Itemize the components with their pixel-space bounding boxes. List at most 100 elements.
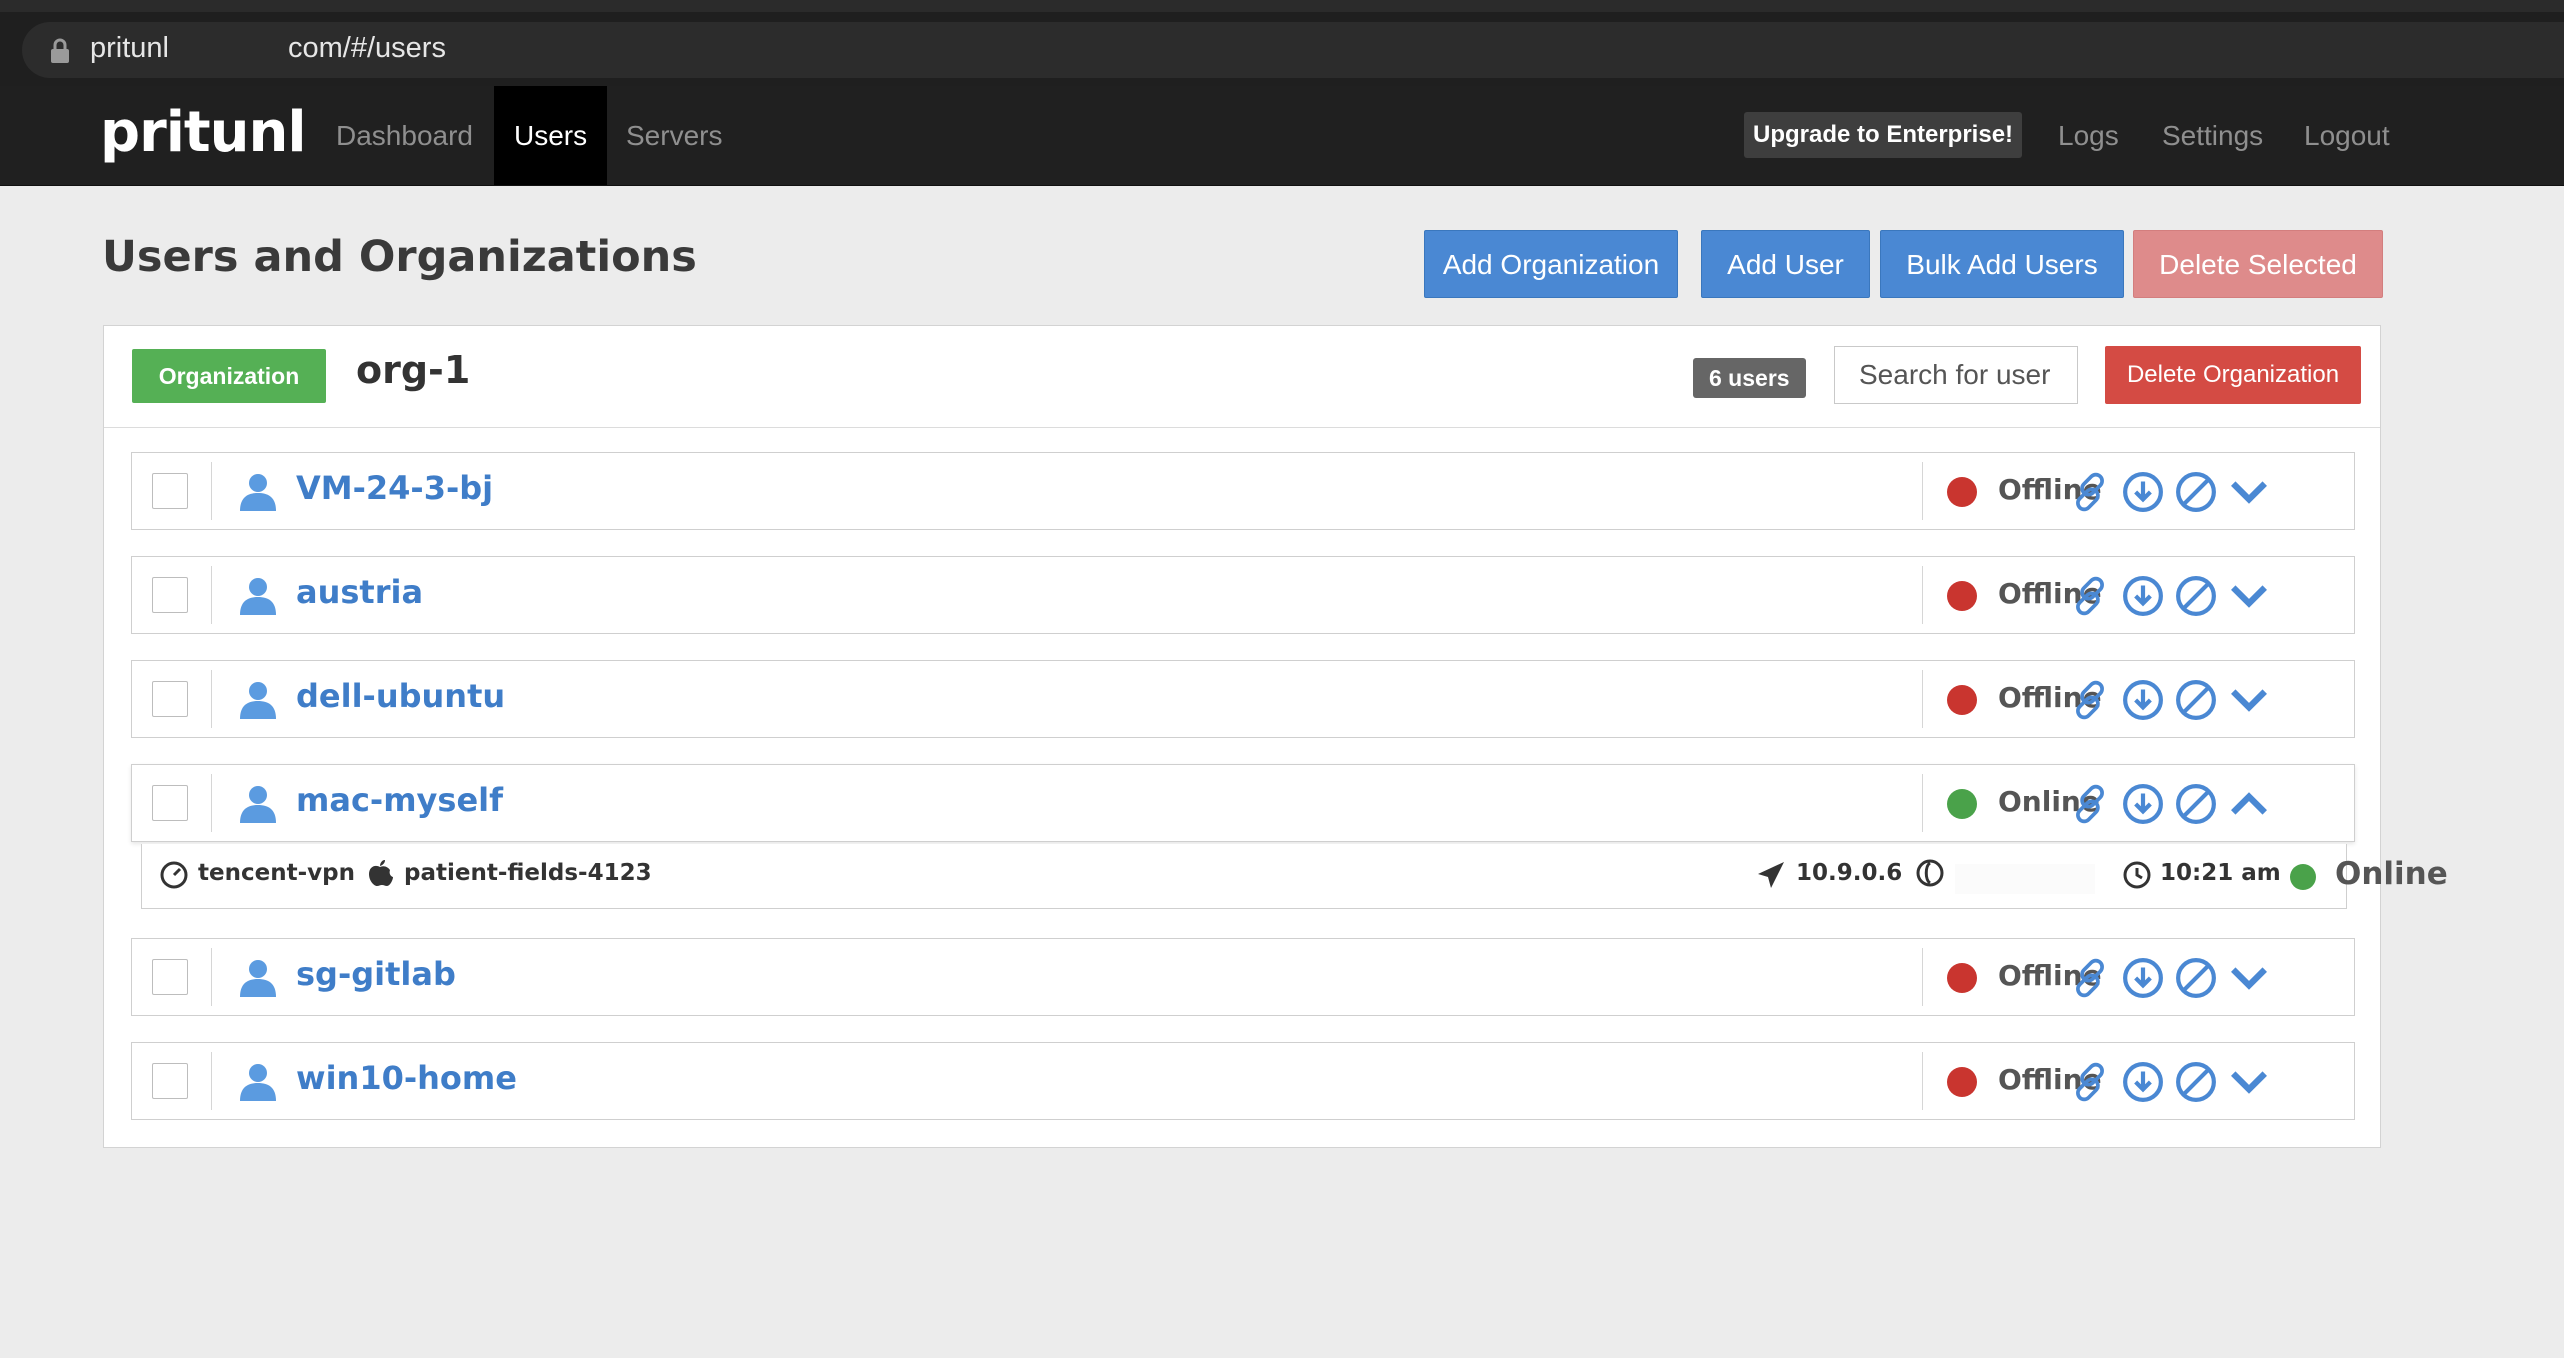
status-indicator	[1947, 685, 1977, 715]
nav-logout[interactable]: Logout	[2284, 86, 2410, 185]
delete-selected-button[interactable]: Delete Selected	[2133, 230, 2383, 298]
disable-icon[interactable]	[2175, 783, 2217, 825]
disable-icon[interactable]	[2175, 679, 2217, 721]
brand-logo[interactable]: pritunl	[100, 100, 307, 165]
divider	[1922, 462, 1923, 520]
user-icon	[240, 1064, 276, 1101]
bulk-add-users-button[interactable]: Bulk Add Users	[1880, 230, 2124, 298]
organization-name[interactable]: org-1	[356, 348, 470, 392]
organization-panel: Organization org-1 6 users Delete Organi…	[103, 325, 2448, 1148]
user-checkbox[interactable]	[152, 577, 188, 613]
user-checkbox[interactable]	[152, 473, 188, 509]
chevron-up-icon[interactable]	[2228, 783, 2270, 825]
user-row[interactable]: win10-home Offline	[131, 1042, 2355, 1120]
paper-plane-icon	[1758, 862, 1784, 888]
organization-label: Organization	[132, 349, 326, 403]
user-icon	[240, 474, 276, 511]
divider	[1922, 566, 1923, 624]
link-icon[interactable]	[2069, 957, 2111, 999]
status-indicator	[1947, 1067, 1977, 1097]
user-checkbox[interactable]	[152, 785, 188, 821]
connected-time: 10:21 am	[2160, 860, 2281, 886]
url-redaction	[192, 30, 292, 70]
user-icon	[240, 682, 276, 719]
disable-icon[interactable]	[2175, 957, 2217, 999]
chevron-down-icon[interactable]	[2228, 1061, 2270, 1103]
user-row[interactable]: sg-gitlab Offline	[131, 938, 2355, 1016]
user-row[interactable]: dell-ubuntu Offline	[131, 660, 2355, 738]
user-checkbox[interactable]	[152, 1063, 188, 1099]
chevron-down-icon[interactable]	[2228, 679, 2270, 721]
disable-icon[interactable]	[2175, 1061, 2217, 1103]
upgrade-enterprise-button[interactable]: Upgrade to Enterprise!	[1744, 112, 2023, 158]
user-row[interactable]: VM-24-3-bj Offline	[131, 452, 2355, 530]
nav-dashboard[interactable]: Dashboard	[316, 86, 493, 185]
chevron-down-icon[interactable]	[2228, 957, 2270, 999]
user-name[interactable]: dell-ubuntu	[296, 677, 505, 715]
download-icon[interactable]	[2122, 575, 2164, 617]
download-icon[interactable]	[2122, 1061, 2164, 1103]
browser-tab-strip	[0, 0, 2564, 12]
link-icon[interactable]	[2069, 679, 2111, 721]
speedometer-icon	[160, 861, 188, 889]
disable-icon[interactable]	[2175, 575, 2217, 617]
server-name: tencent-vpn	[198, 860, 355, 886]
disable-icon[interactable]	[2175, 471, 2217, 513]
status-indicator	[1947, 789, 1977, 819]
divider	[1922, 670, 1923, 728]
user-row[interactable]: mac-myself Online	[131, 764, 2355, 842]
link-icon[interactable]	[2069, 783, 2111, 825]
lock-icon	[51, 38, 69, 63]
address-bar[interactable]: pritunl com/#/users	[22, 22, 2564, 78]
nav-users[interactable]: Users	[494, 86, 608, 185]
url-path: com/#/users	[288, 32, 446, 64]
user-name[interactable]: mac-myself	[296, 781, 503, 819]
add-user-button[interactable]: Add User	[1701, 230, 1870, 298]
clock-icon	[2123, 861, 2151, 889]
user-icon	[240, 960, 276, 997]
search-user-input[interactable]	[1834, 346, 2078, 404]
globe-icon	[1916, 859, 1944, 887]
download-icon[interactable]	[2122, 471, 2164, 513]
add-organization-button[interactable]: Add Organization	[1424, 230, 1678, 298]
user-name[interactable]: sg-gitlab	[296, 955, 456, 993]
link-icon[interactable]	[2069, 1061, 2111, 1103]
link-icon[interactable]	[2069, 471, 2111, 513]
divider	[1922, 948, 1923, 1006]
divider	[211, 774, 212, 832]
chevron-down-icon[interactable]	[2228, 471, 2270, 513]
user-name[interactable]: win10-home	[296, 1059, 517, 1097]
vpn-ip-address: 10.9.0.6	[1796, 860, 1903, 886]
organization-header: Organization org-1 6 users Delete Organi…	[104, 326, 2380, 428]
nav-servers[interactable]: Servers	[606, 86, 742, 185]
download-icon[interactable]	[2122, 957, 2164, 999]
nav-settings[interactable]: Settings	[2142, 86, 2283, 185]
download-icon[interactable]	[2122, 783, 2164, 825]
connection-status: Online	[2335, 856, 2448, 892]
link-icon[interactable]	[2069, 575, 2111, 617]
connection-detail-row: tencent-vpn patient-fields-4123 10.9.0.6…	[141, 844, 2448, 909]
delete-organization-button[interactable]: Delete Organization	[2105, 346, 2361, 404]
divider	[211, 670, 212, 728]
top-navbar: pritunl Dashboard Users Servers Upgrade …	[0, 86, 2564, 186]
user-row[interactable]: austria Offline	[131, 556, 2355, 634]
user-checkbox[interactable]	[152, 959, 188, 995]
status-indicator	[1947, 963, 1977, 993]
url-host: pritunl	[90, 32, 169, 64]
nav-logs[interactable]: Logs	[2038, 86, 2139, 185]
user-checkbox[interactable]	[152, 681, 188, 717]
user-name[interactable]: austria	[296, 573, 423, 611]
divider	[211, 1052, 212, 1110]
user-name[interactable]: VM-24-3-bj	[296, 469, 493, 507]
status-indicator	[1947, 477, 1977, 507]
divider	[1922, 774, 1923, 832]
download-icon[interactable]	[2122, 679, 2164, 721]
apple-icon	[369, 860, 393, 886]
users-count-badge: 6 users	[1693, 358, 1806, 398]
divider	[211, 948, 212, 1006]
device-name: patient-fields-4123	[404, 860, 652, 886]
user-icon	[240, 578, 276, 615]
user-icon	[240, 786, 276, 823]
status-indicator	[2290, 864, 2316, 890]
chevron-down-icon[interactable]	[2228, 575, 2270, 617]
